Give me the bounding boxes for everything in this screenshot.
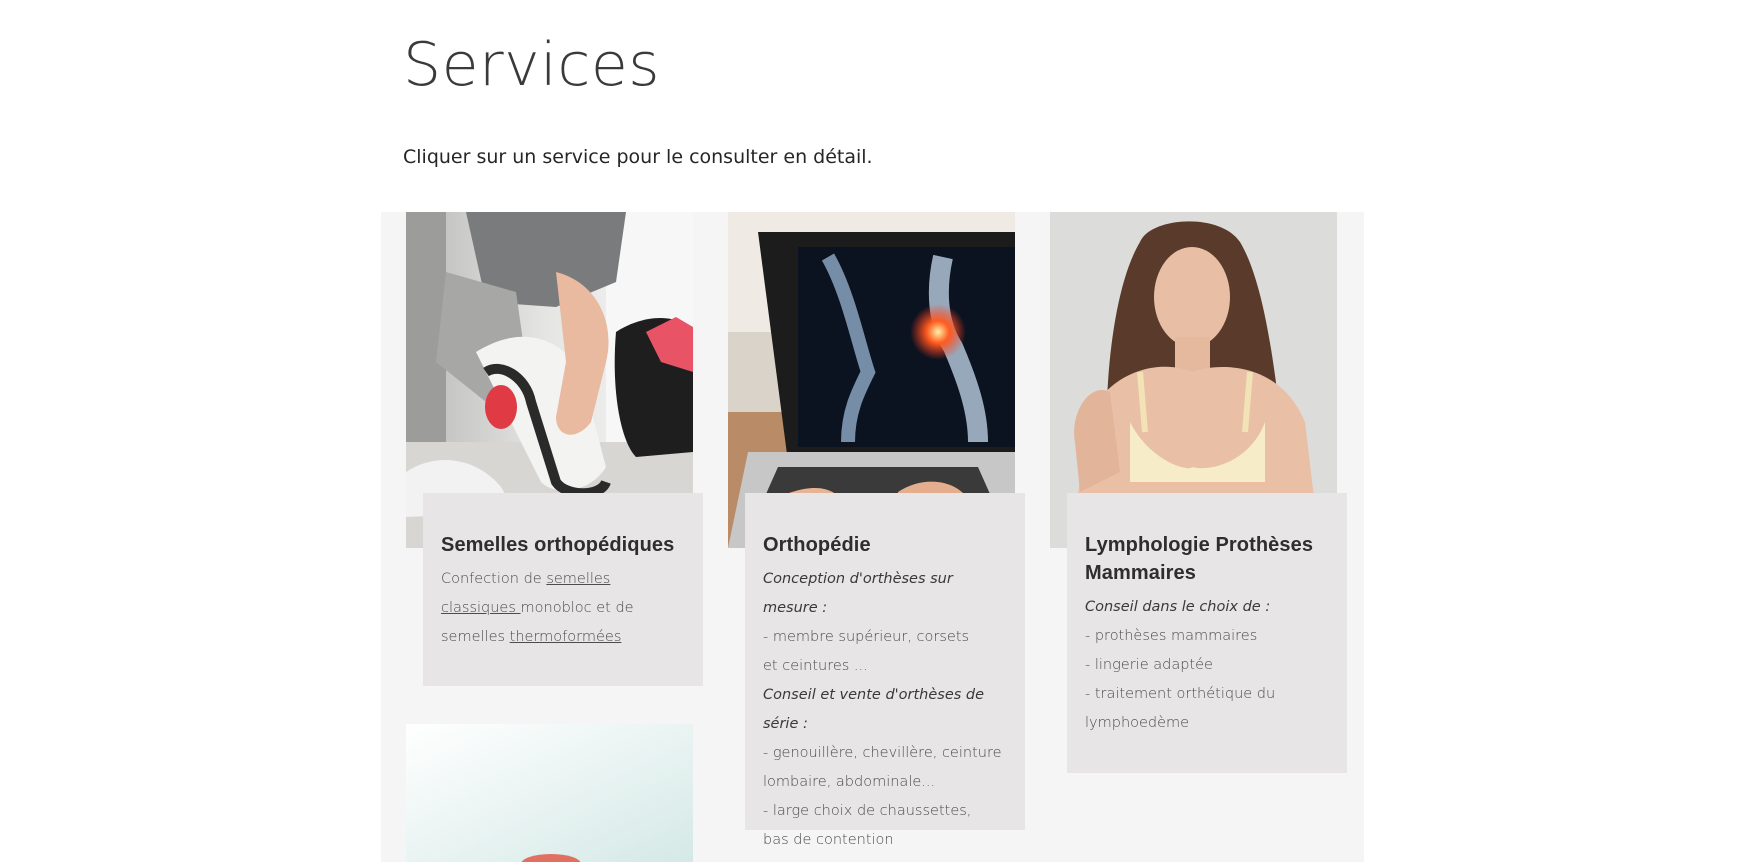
service-description: Conception d'orthèses sur mesure : - mem… (763, 565, 1007, 855)
service-description: Confection de semelles classiques monobl… (441, 565, 685, 652)
description-heading: Conseil et vente d'orthèses de série : (763, 687, 985, 732)
description-line: - lingerie adaptée (1085, 657, 1213, 673)
description-line: bas de contention (763, 832, 894, 848)
link-thermoformees[interactable]: thermoformées (510, 629, 622, 645)
service-image-next[interactable] (406, 724, 693, 862)
description-text: Confection de (441, 571, 547, 587)
service-description: Conseil dans le choix de : - prothèses m… (1085, 593, 1329, 738)
description-line: - traitement orthétique du (1085, 686, 1276, 702)
description-line: - genouillère, chevillère, ceinture (763, 745, 1002, 761)
service-title[interactable]: Orthopédie (763, 531, 1007, 559)
link-semelles[interactable]: semelles (546, 571, 610, 587)
services-gallery: Semelles orthopédiques Confection de sem… (381, 212, 1364, 862)
next-service-image (406, 724, 693, 862)
service-card-semelles[interactable]: Semelles orthopédiques Confection de sem… (423, 493, 703, 686)
link-classiques[interactable]: classiques (441, 600, 521, 616)
service-card-lymphologie[interactable]: Lymphologie Prothèses Mammaires Conseil … (1067, 493, 1347, 773)
page-title: Services (403, 30, 661, 100)
service-card-orthopedie[interactable]: Orthopédie Conception d'orthèses sur mes… (745, 493, 1025, 848)
service-title[interactable]: Lymphologie Prothèses Mammaires (1085, 531, 1329, 587)
description-text: monobloc et de (520, 600, 634, 616)
description-line: et ceintures ... (763, 658, 868, 674)
service-title[interactable]: Semelles orthopédiques (441, 531, 685, 559)
description-line: lymphoedème (1085, 715, 1190, 731)
description-line: - membre supérieur, corsets (763, 629, 970, 645)
description-heading: Conseil dans le choix de : (1085, 599, 1271, 615)
description-line: - prothèses mammaires (1085, 628, 1258, 644)
description-text: semelles (441, 629, 510, 645)
page-subtitle: Cliquer sur un service pour le consulter… (403, 146, 873, 168)
description-line: - large choix de chaussettes, (763, 803, 972, 819)
description-line: lombaire, abdominale... (763, 774, 936, 790)
description-heading: Conception d'orthèses sur mesure : (763, 571, 953, 616)
